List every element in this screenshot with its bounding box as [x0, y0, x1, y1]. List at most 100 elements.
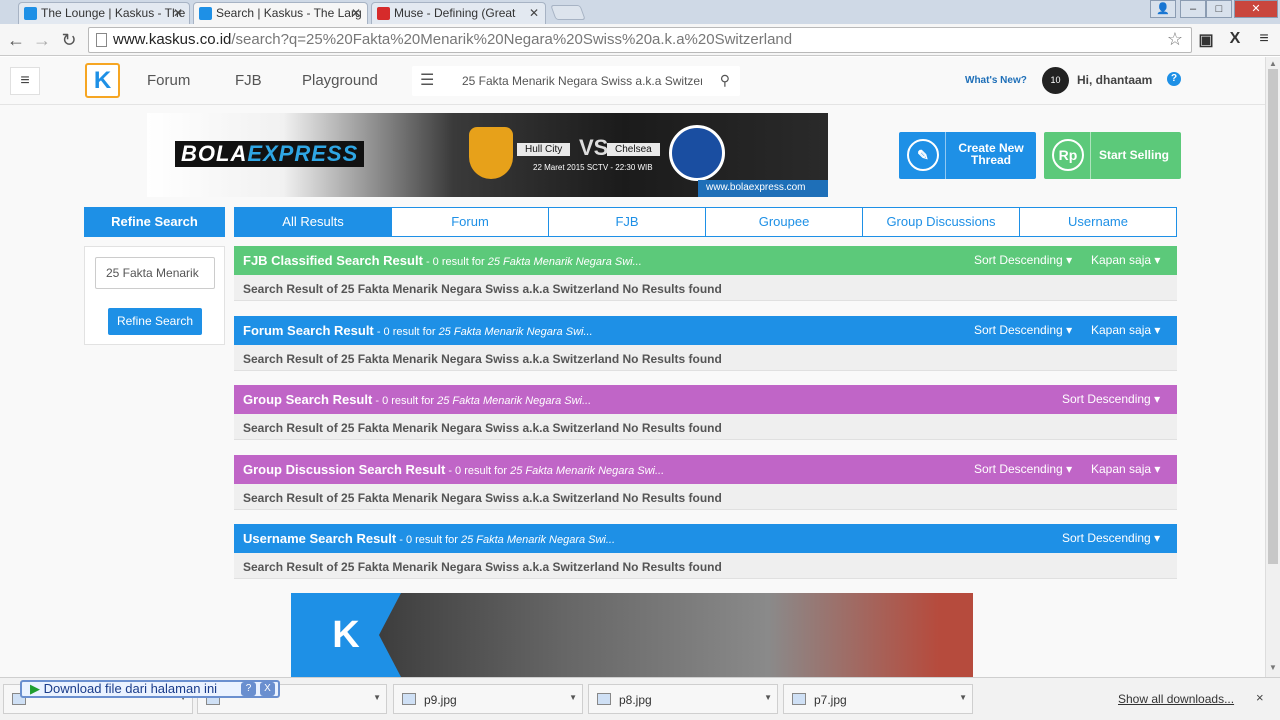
browser-tab-muse[interactable]: Muse - Defining (Great ✕ [371, 2, 546, 24]
result-query: 25 Fakta Menarik Negara Swi... [437, 395, 592, 407]
section-header: FJB Classified Search Result - 0 result … [234, 246, 1177, 275]
download-prompt[interactable]: ▶ Download file dari halaman ini ? X [20, 680, 280, 698]
chevron-down-icon[interactable]: ▼ [959, 693, 967, 702]
user-greeting[interactable]: Hi, dhantaam [1077, 73, 1152, 87]
close-downloads-bar-button[interactable]: × [1256, 690, 1264, 705]
chevron-down-icon[interactable]: ▼ [764, 693, 772, 702]
extension-x-icon[interactable]: X [1225, 30, 1245, 50]
search-category-menu-icon[interactable]: ☰ [420, 70, 434, 90]
download-item[interactable]: p9.jpg ▼ [393, 684, 583, 714]
banner-team1: Hull City [517, 143, 571, 156]
forward-icon[interactable]: → [31, 29, 53, 51]
download-item[interactable]: p7.jpg ▼ [783, 684, 973, 714]
refine-search-button[interactable]: Refine Search [108, 308, 202, 335]
close-icon[interactable]: ✕ [173, 6, 183, 20]
bookmark-star-icon[interactable]: ☆ [1167, 29, 1183, 50]
time-dropdown[interactable]: Kapan saja ▾ [1091, 316, 1160, 345]
section-title: Group Discussion Search Result [243, 462, 446, 477]
banner-team2: Chelsea [607, 143, 660, 156]
tab-groupee[interactable]: Groupee [705, 207, 863, 237]
forum-result-section: Forum Search Result - 0 result for 25 Fa… [234, 316, 1177, 371]
time-dropdown[interactable]: Kapan saja ▾ [1091, 246, 1160, 275]
chelsea-crest-icon [669, 125, 725, 181]
page-scrollbar[interactable]: ▲ ▼ [1265, 57, 1280, 677]
banner-brand: BOLAEXPRESS [175, 141, 365, 167]
bottom-ad-banner[interactable]: K [291, 593, 973, 677]
sort-dropdown[interactable]: Sort Descending ▾ [974, 455, 1072, 484]
help-icon[interactable]: ? [1167, 72, 1181, 86]
url-host: www.kaskus.co.id [113, 31, 232, 48]
maximize-button[interactable]: □ [1206, 0, 1232, 18]
tab-group-discussions[interactable]: Group Discussions [862, 207, 1020, 237]
chevron-down-icon[interactable]: ▼ [373, 693, 381, 702]
sort-dropdown[interactable]: Sort Descending ▾ [974, 316, 1072, 345]
url-path: /search?q=25%20Fakta%20Menarik%20Negara%… [231, 31, 793, 48]
time-dropdown[interactable]: Kapan saja ▾ [1091, 455, 1160, 484]
scroll-up-icon[interactable]: ▲ [1269, 59, 1277, 68]
hamburger-menu-icon[interactable]: ≡ [10, 67, 40, 95]
kaskus-favicon-icon [199, 7, 212, 20]
sort-label: Sort Descending [1062, 531, 1151, 545]
chevron-down-icon[interactable]: ▼ [569, 693, 577, 702]
download-filename: p7.jpg [814, 693, 847, 707]
extension-icon[interactable]: ▣ [1196, 30, 1216, 50]
sort-label: Sort Descending [974, 462, 1063, 476]
brand-part-b: EXPRESS [247, 141, 359, 166]
sort-dropdown[interactable]: Sort Descending ▾ [1062, 385, 1160, 414]
kaskus-logo[interactable]: K [85, 63, 120, 98]
download-item[interactable]: p8.jpg ▼ [588, 684, 778, 714]
search-icon[interactable]: ⚲ [720, 72, 730, 89]
reload-icon[interactable]: ↻ [58, 29, 80, 51]
address-bar[interactable]: www.kaskus.co.id/search?q=25%20Fakta%20M… [88, 27, 1192, 53]
section-body: Search Result of 25 Fakta Menarik Negara… [234, 484, 1177, 510]
profile-icon[interactable]: 👤 [1150, 0, 1176, 18]
refine-search-input[interactable]: 25 Fakta Menarik [95, 257, 215, 289]
section-title: Forum Search Result [243, 323, 374, 338]
site-search: ☰ 25 Fakta Menarik Negara Swiss a.k.a Sw… [412, 66, 740, 96]
scroll-down-icon[interactable]: ▼ [1269, 663, 1277, 672]
result-count: - 0 result for [373, 326, 439, 338]
close-icon[interactable]: ✕ [529, 6, 539, 20]
kaskus-logo-icon: K [291, 593, 401, 677]
new-tab-button[interactable] [550, 5, 586, 20]
browser-tab-lounge[interactable]: The Lounge | Kaskus - The ✕ [18, 2, 190, 24]
show-all-downloads-link[interactable]: Show all downloads... [1118, 692, 1234, 706]
sort-dropdown[interactable]: Sort Descending ▾ [974, 246, 1072, 275]
pencil-icon: ✎ [907, 139, 939, 171]
whats-new-link[interactable]: What's New? [965, 75, 1027, 86]
chrome-menu-icon[interactable]: ≡ [1254, 30, 1274, 50]
download-prompt-label: Download file dari halaman ini [43, 681, 218, 696]
nav-forum[interactable]: Forum [147, 72, 190, 89]
window-close-button[interactable]: ✕ [1234, 0, 1278, 18]
close-icon[interactable]: X [260, 682, 275, 696]
tab-title: The Lounge | Kaskus - The [41, 6, 186, 20]
chevron-down-icon: ▾ [1154, 462, 1161, 476]
nav-fjb[interactable]: FJB [235, 72, 262, 89]
create-new-thread-button[interactable]: ✎ Create New Thread [899, 132, 1036, 179]
help-icon[interactable]: ? [241, 682, 256, 696]
tab-username[interactable]: Username [1019, 207, 1177, 237]
sort-dropdown[interactable]: Sort Descending ▾ [1062, 524, 1160, 553]
avatar[interactable]: 10 [1042, 67, 1069, 94]
time-label: Kapan saja [1091, 253, 1152, 267]
divider [945, 132, 946, 179]
start-selling-button[interactable]: Rp Start Selling [1044, 132, 1181, 179]
tab-all-results[interactable]: All Results [234, 207, 392, 237]
site-header: ≡ K Forum FJB Playground ☰ 25 Fakta Mena… [0, 57, 1265, 105]
result-count: - 0 result for [422, 256, 488, 268]
browser-tab-search[interactable]: Search | Kaskus - The Larg ✕ [193, 2, 368, 24]
close-icon[interactable]: ✕ [351, 6, 361, 20]
tab-forum[interactable]: Forum [391, 207, 549, 237]
minimize-button[interactable]: – [1180, 0, 1206, 18]
back-icon[interactable]: ← [5, 29, 27, 51]
refine-search-panel: 25 Fakta Menarik Refine Search [84, 246, 225, 345]
ad-banner[interactable]: BOLAEXPRESS Hull City VS Chelsea 22 Mare… [147, 113, 828, 197]
search-input[interactable]: 25 Fakta Menarik Negara Swiss a.k.a Swit… [462, 74, 702, 88]
nav-playground[interactable]: Playground [302, 72, 378, 89]
scrollbar-thumb[interactable] [1268, 69, 1278, 564]
tab-fjb[interactable]: FJB [548, 207, 706, 237]
chevron-down-icon: ▾ [1066, 323, 1073, 337]
section-title: Group Search Result [243, 392, 373, 407]
play-icon: ▶ [30, 681, 40, 696]
image-file-icon [792, 693, 806, 705]
